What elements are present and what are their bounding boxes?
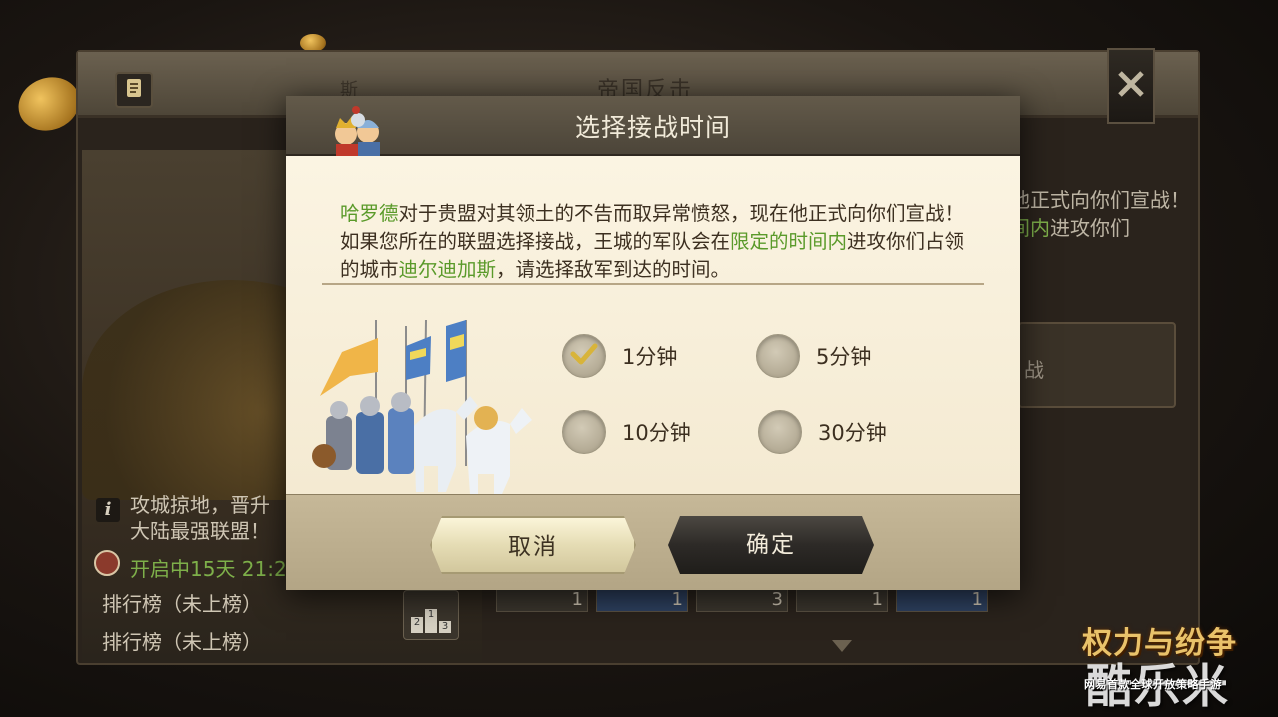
background-message: 他正式向你们宣战！间内进攻你们 [1010,186,1200,242]
dialog-header: 选择接战时间 [286,96,1020,156]
message-text: ，请选择敌军到达的时间。 [496,258,731,281]
ranking-row[interactable]: 排行榜（未上榜） [102,626,262,655]
reward-slot[interactable]: 1 [596,588,688,612]
radio-button[interactable] [562,410,606,454]
option-label: 1分钟 [622,345,678,369]
background-message-text: 他正式向你们宣战！ [1010,188,1190,212]
podium-second: 2 [411,617,423,633]
ranking-podium-button[interactable]: 2 1 3 [403,590,459,640]
close-icon [1116,69,1146,103]
option-label: 30分钟 [818,421,887,445]
background-action-button[interactable]: 战 [1018,322,1176,408]
city-name: 迪尔迪加斯 [398,258,497,281]
radio-button[interactable] [562,334,606,378]
army-illustration [306,316,536,494]
reward-slot[interactable]: 3 [696,588,788,612]
radio-button[interactable] [758,410,802,454]
info-icon: i [96,498,120,522]
background-message-text: 进攻你们 [1050,216,1130,240]
option-label: 5分钟 [816,345,872,369]
dialog-title: 选择接战时间 [574,113,731,142]
option-1-minute[interactable]: 1分钟 [562,334,677,378]
dialog-footer [286,494,1020,590]
option-5-minutes[interactable]: 5分钟 [756,334,871,378]
ranking-row[interactable]: 排行榜（未上榜） [102,588,262,617]
close-button[interactable] [1107,48,1155,124]
dialog-message: 哈罗德对于贵盟对其领土的不告而取异常愤怒，现在他正式向你们宣战！如果您所在的联盟… [340,200,976,284]
scroll-down-icon[interactable] [832,640,852,652]
reward-slot[interactable]: 1 [796,588,888,612]
clock-icon [94,550,120,576]
game-tagline: 网易首款全球开放策略手游 [1084,678,1222,691]
option-label: 10分钟 [622,421,691,445]
reward-slot[interactable]: 1 [496,588,588,612]
radio-button[interactable] [756,334,800,378]
scroll-button[interactable] [115,72,153,108]
option-30-minutes[interactable]: 30分钟 [758,410,887,454]
battle-time-dialog: 选择接战时间 哈罗德对于贵盟对其领土的不告而取异常愤怒，现在他正式向你们宣战！如… [286,96,1020,590]
background-action-label: 战 [1024,358,1044,382]
reward-slots: 1 1 3 1 1 [496,588,988,612]
reward-slot[interactable]: 1 [896,588,988,612]
cancel-button[interactable]: 取消 [430,516,636,574]
podium-first: 1 [425,609,437,633]
checkmark-icon [570,342,598,370]
option-10-minutes[interactable]: 10分钟 [562,410,691,454]
scroll-icon [124,77,144,103]
dialog-body: 哈罗德对于贵盟对其领土的不告而取异常愤怒，现在他正式向你们宣战！如果您所在的联盟… [286,156,1020,494]
confirm-button[interactable]: 确定 [668,516,874,574]
podium-third: 3 [439,621,451,633]
event-timer: 开启中15天 21:2 [130,557,287,581]
time-limit-highlight: 限定的时间内 [730,230,848,253]
divider [322,283,984,285]
enemy-name: 哈罗德 [340,202,399,225]
